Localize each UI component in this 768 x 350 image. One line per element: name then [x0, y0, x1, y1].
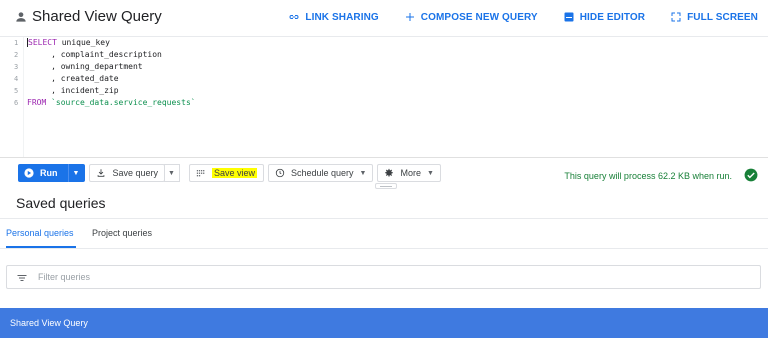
code-line: , owning_department	[27, 61, 196, 73]
code-text: , complaint_description	[27, 50, 162, 59]
more-label: More	[400, 168, 421, 178]
code-line: FROM `source_data.service_requests`	[27, 97, 196, 109]
chevron-down-icon: ▼	[168, 169, 175, 177]
run-separator	[67, 164, 69, 182]
save-query-label: Save query	[112, 168, 158, 178]
hide-editor-icon	[563, 11, 575, 23]
line-number: 3	[14, 63, 19, 71]
code-line: , complaint_description	[27, 49, 196, 61]
hide-editor-button[interactable]: HIDE EDITOR	[563, 11, 645, 23]
code-text: , incident_zip	[27, 86, 119, 95]
save-query-button[interactable]: Save query	[89, 164, 165, 182]
divider	[0, 218, 768, 219]
schedule-query-button[interactable]: Schedule query ▼	[268, 164, 374, 182]
clock-icon	[275, 168, 285, 178]
line-gutter	[0, 37, 24, 158]
play-icon	[24, 168, 34, 178]
save-icon	[96, 168, 106, 178]
compose-new-query-button[interactable]: COMPOSE NEW QUERY	[404, 11, 538, 23]
code-text: unique_key	[56, 38, 110, 47]
toolbar-buttons: Run ▼ Save query ▼ Save view Schedule qu…	[18, 164, 441, 182]
filter-icon	[16, 271, 28, 283]
compose-new-query-label: COMPOSE NEW QUERY	[420, 11, 538, 23]
fullscreen-icon	[670, 11, 682, 23]
link-sharing-button[interactable]: LINK SHARING	[288, 11, 379, 23]
chevron-down-icon: ▼	[359, 169, 367, 177]
sql-keyword: FROM	[27, 98, 47, 107]
header-actions: LINK SHARING COMPOSE NEW QUERY HIDE EDIT…	[263, 11, 758, 23]
code-text: , created_date	[27, 74, 119, 83]
grid-icon	[196, 168, 206, 178]
saved-queries-title: Saved queries	[16, 195, 106, 211]
divider	[0, 248, 768, 249]
line-number: 2	[14, 51, 19, 59]
query-toolbar: Run ▼ Save query ▼ Save view Schedule qu…	[0, 157, 768, 186]
resize-handle[interactable]	[375, 183, 397, 189]
chevron-down-icon[interactable]: ▼	[73, 170, 80, 177]
saved-query-row[interactable]: Shared View Query	[0, 308, 768, 338]
tab-personal-queries[interactable]: Personal queries	[6, 228, 74, 238]
hide-editor-label: HIDE EDITOR	[579, 11, 646, 23]
gear-icon	[384, 168, 394, 178]
filter-queries-input[interactable]	[38, 272, 638, 282]
code-line: , incident_zip	[27, 85, 196, 97]
link-sharing-label: LINK SHARING	[305, 11, 379, 23]
query-validation-status: This query will process 62.2 KB when run…	[564, 171, 732, 181]
sql-editor[interactable]: 1 2 3 4 5 6 SELECT unique_key , complain…	[0, 36, 768, 158]
title-wrap: Shared View Query	[14, 8, 162, 25]
top-header: Shared View Query LINK SHARING COMPOSE N…	[0, 0, 768, 36]
line-number: 5	[14, 87, 19, 95]
filter-queries-field[interactable]	[6, 265, 761, 289]
plus-icon	[404, 11, 416, 23]
line-number: 1	[14, 39, 19, 47]
save-view-label: Save view	[211, 168, 257, 178]
more-button[interactable]: More ▼	[377, 164, 441, 182]
schedule-query-label: Schedule query	[291, 168, 354, 178]
chevron-down-icon: ▼	[427, 169, 434, 177]
saved-query-name: Shared View Query	[10, 318, 88, 328]
page-title: Shared View Query	[32, 8, 162, 25]
line-number: 4	[14, 75, 19, 83]
person-icon	[14, 10, 28, 24]
line-number: 6	[14, 99, 19, 107]
code-lines[interactable]: SELECT unique_key , complaint_descriptio…	[27, 37, 196, 109]
full-screen-label: FULL SCREEN	[687, 11, 758, 23]
tab-project-queries[interactable]: Project queries	[92, 228, 152, 238]
save-view-button[interactable]: Save view	[188, 164, 264, 182]
full-screen-button[interactable]: FULL SCREEN	[670, 11, 758, 23]
code-text: , owning_department	[27, 62, 143, 71]
run-label: Run	[40, 168, 58, 178]
saved-queries-tabs: Personal queries Project queries	[0, 220, 768, 248]
code-string: `source_data.service_requests`	[46, 98, 196, 107]
check-circle-icon	[744, 168, 758, 182]
run-button[interactable]: Run ▼	[18, 164, 86, 182]
save-query-dropdown[interactable]: ▼	[163, 164, 180, 182]
code-line: , created_date	[27, 73, 196, 85]
link-icon	[288, 11, 300, 23]
code-line: SELECT unique_key	[27, 37, 196, 49]
sql-keyword: SELECT	[28, 38, 57, 47]
